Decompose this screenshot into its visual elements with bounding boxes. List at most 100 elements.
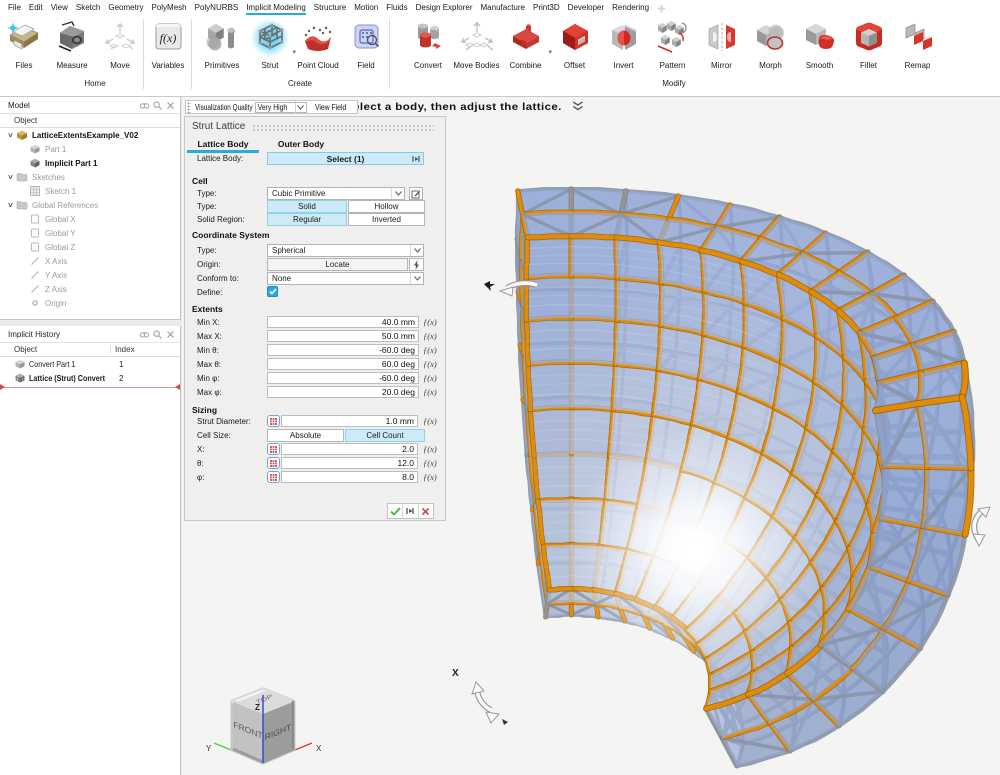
strut-diameter-field[interactable] — [281, 415, 418, 427]
tool-smooth[interactable]: Smooth — [795, 16, 844, 70]
rotate-phi-manipulator[interactable] — [973, 507, 990, 546]
menu-view[interactable]: View — [51, 1, 68, 15]
menu-manufacture[interactable]: Manufacture — [481, 1, 525, 15]
fx-expression-icon[interactable]: ƒ(x) — [423, 444, 437, 454]
menu-polymesh[interactable]: PolyMesh — [151, 1, 186, 15]
origin-quick-button[interactable] — [409, 258, 424, 271]
extent-field-3[interactable] — [267, 358, 419, 370]
extent-field-4[interactable] — [267, 372, 419, 384]
menu-implicit-modeling[interactable]: Implicit Modeling — [246, 1, 306, 15]
count-table-button[interactable] — [267, 457, 280, 469]
fx-expression-icon[interactable]: ƒ(x) — [423, 373, 437, 383]
fx-expression-icon[interactable]: ƒ(x) — [423, 472, 437, 482]
double-chevron-down-icon[interactable] — [571, 101, 584, 111]
tree-row-sketch-1[interactable]: Sketch 1 — [0, 184, 180, 198]
rotate-x-manipulator[interactable] — [472, 682, 508, 725]
tree-row-global-x[interactable]: Global X — [0, 212, 180, 226]
tool-invert[interactable]: Invert — [599, 16, 648, 70]
define-checkbox[interactable] — [267, 286, 278, 297]
tool-mirror[interactable]: Mirror — [697, 16, 746, 70]
locate-button[interactable]: Locate — [267, 258, 408, 271]
history-column-index[interactable]: Index — [110, 345, 180, 354]
fx-expression-icon[interactable]: ƒ(x) — [423, 416, 437, 426]
collapse-caret-icon[interactable]: ∨ — [3, 201, 17, 209]
tree-row-latticeextentsexample-v02[interactable]: ∨ LatticeExtentsExample_V02 — [0, 128, 180, 142]
dialog-drag-grip[interactable] — [252, 124, 434, 133]
tool-move[interactable]: Move — [96, 16, 144, 70]
fx-expression-icon[interactable]: ƒ(x) — [423, 458, 437, 468]
close-icon[interactable] — [165, 100, 176, 111]
fx-expression-icon[interactable]: ƒ(x) — [423, 345, 437, 355]
view-cube[interactable]: TOP FRONT RIGHT Y X Z — [200, 685, 360, 775]
visualization-quality-select[interactable]: Very High — [255, 102, 307, 113]
solid-button[interactable]: Solid — [267, 200, 347, 213]
cell-count-button[interactable]: Cell Count — [345, 429, 425, 442]
edit-cell-type-button[interactable] — [409, 187, 423, 200]
tool-variables[interactable]: f(x) Variables — [144, 16, 192, 70]
menu-motion[interactable]: Motion — [354, 1, 378, 15]
tab-outer-body[interactable]: Outer Body — [271, 139, 331, 149]
collapse-caret-icon[interactable]: ∨ — [3, 173, 17, 181]
count-field-0[interactable] — [281, 443, 418, 455]
conform-select[interactable]: None — [267, 272, 424, 285]
search-icon[interactable] — [152, 329, 163, 340]
menu-fluids[interactable]: Fluids — [386, 1, 407, 15]
menu-rendering[interactable]: Rendering — [612, 1, 649, 15]
menu-file[interactable]: File — [8, 1, 21, 15]
model-column-object[interactable]: Object — [0, 116, 180, 125]
tree-row-implicit-part-1[interactable]: Implicit Part 1 — [0, 156, 180, 170]
history-current-marker[interactable] — [0, 386, 180, 389]
tool-pattern[interactable]: Pattern — [648, 16, 697, 70]
menu-developer[interactable]: Developer — [568, 1, 604, 15]
fx-expression-icon[interactable]: ƒ(x) — [423, 387, 437, 397]
menu-polynurbs[interactable]: PolyNURBS — [195, 1, 239, 15]
view-field-button[interactable]: View Field — [315, 103, 346, 112]
next-button[interactable] — [403, 504, 418, 518]
lattice-body-select-button[interactable]: Select (1) — [267, 152, 424, 165]
history-column-object[interactable]: Object — [0, 345, 110, 354]
tool-strut[interactable]: Strut ▾ — [246, 16, 294, 70]
find-icon[interactable] — [139, 329, 150, 340]
extent-field-0[interactable] — [267, 316, 419, 328]
tool-remap[interactable]: Remap — [893, 16, 942, 70]
menu-sketch[interactable]: Sketch — [76, 1, 100, 15]
tool-morph[interactable]: Morph — [746, 16, 795, 70]
tool-move-bodies[interactable]: Move Bodies — [452, 16, 501, 70]
menu-geometry[interactable]: Geometry — [108, 1, 143, 15]
count-table-button[interactable] — [267, 443, 280, 455]
tool-field[interactable]: Field — [342, 16, 390, 70]
extent-field-1[interactable] — [267, 330, 419, 342]
tree-row-sketches[interactable]: ∨ Sketches — [0, 170, 180, 184]
menu-overflow-plus-icon[interactable] — [657, 4, 666, 13]
history-row-1[interactable]: Convert Part 1 1 — [0, 357, 180, 371]
collapse-caret-icon[interactable]: ∨ — [3, 131, 17, 139]
cell-type-select[interactable]: Cubic Primitive — [267, 187, 405, 200]
fx-expression-icon[interactable]: ƒ(x) — [423, 331, 437, 341]
menu-edit[interactable]: Edit — [29, 1, 43, 15]
tool-fillet[interactable]: Fillet — [844, 16, 893, 70]
find-icon[interactable] — [139, 100, 150, 111]
tree-row-global-z[interactable]: Global Z — [0, 240, 180, 254]
strut-diameter-table-button[interactable] — [267, 415, 280, 427]
tab-lattice-body[interactable]: Lattice Body — [187, 139, 259, 149]
tool-files[interactable]: Files — [0, 16, 48, 70]
tree-row-global-references[interactable]: ∨ Global References — [0, 198, 180, 212]
viewport-3d[interactable]: X Select a body, then adjust the lattice… — [182, 97, 1000, 775]
tree-row-part-1[interactable]: Part 1 — [0, 142, 180, 156]
cancel-button[interactable] — [419, 504, 433, 518]
count-field-2[interactable] — [281, 471, 418, 483]
coord-type-select[interactable]: Spherical — [267, 244, 424, 257]
count-field-1[interactable] — [281, 457, 418, 469]
search-icon[interactable] — [152, 100, 163, 111]
toolbar-grip[interactable] — [187, 102, 191, 113]
tool-point-cloud[interactable]: Point Cloud — [294, 16, 342, 70]
extent-field-2[interactable] — [267, 344, 419, 356]
fx-expression-icon[interactable]: ƒ(x) — [423, 317, 437, 327]
inverted-button[interactable]: Inverted — [348, 213, 425, 226]
absolute-button[interactable]: Absolute — [267, 429, 344, 442]
history-row-2[interactable]: Lattice (Strut) Converte… 2 — [0, 371, 180, 385]
apply-button[interactable] — [388, 504, 403, 518]
tree-row-global-y[interactable]: Global Y — [0, 226, 180, 240]
tree-row-origin[interactable]: Origin — [0, 296, 180, 310]
menu-print3d[interactable]: Print3D — [533, 1, 560, 15]
